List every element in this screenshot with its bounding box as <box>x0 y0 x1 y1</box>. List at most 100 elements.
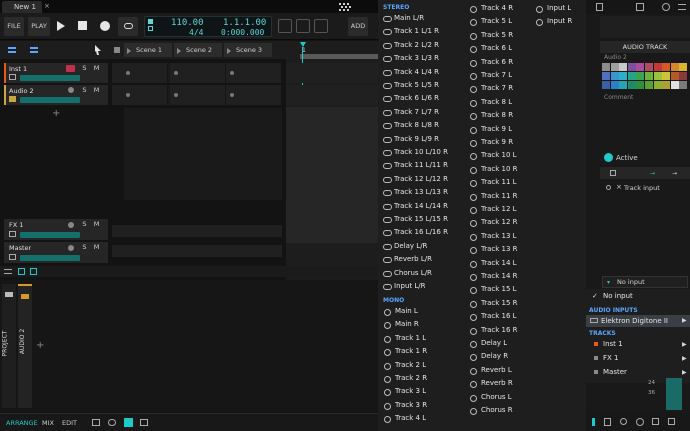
routing-item[interactable]: Track 2 L <box>395 361 426 369</box>
routing-item[interactable]: Track 3 R <box>395 401 427 409</box>
menu-item-device[interactable]: Elektron Digitone II ▶ <box>586 315 690 327</box>
routing-item[interactable]: Track 1 L <box>395 334 426 342</box>
play-menu-button[interactable]: PLAY <box>28 17 50 36</box>
color-swatch[interactable] <box>636 81 645 89</box>
routing-item[interactable]: Track 7 L <box>481 71 512 79</box>
tempo-value[interactable]: 110.00 <box>171 18 204 28</box>
input-select[interactable]: ▾ No input <box>602 276 688 288</box>
routing-item[interactable]: Track 6 L <box>481 44 512 52</box>
routing-item[interactable]: Track 16 L/16 R <box>394 228 448 236</box>
routing-item[interactable]: Track 1 R <box>395 347 427 355</box>
color-swatch[interactable] <box>627 72 636 80</box>
routing-item[interactable]: Input R <box>547 17 572 25</box>
record-icon[interactable] <box>100 21 110 31</box>
close-icon[interactable]: × <box>44 2 52 10</box>
routing-item[interactable]: Track 8 L <box>481 98 512 106</box>
volume-meter[interactable] <box>20 232 80 238</box>
routing-item[interactable]: Track 10 R <box>481 165 518 173</box>
clip-slot[interactable] <box>170 63 226 83</box>
mute-button[interactable]: M <box>92 220 101 229</box>
routing-item[interactable]: Track 1 L/1 R <box>394 27 439 35</box>
clock-icon[interactable] <box>636 418 644 426</box>
track-header-master[interactable]: Master S M <box>4 242 108 263</box>
expand-icon[interactable] <box>18 268 25 275</box>
side-tab-strip-audio[interactable]: AUDIO 2 <box>18 284 32 408</box>
routing-item[interactable]: Reverb R <box>481 379 513 387</box>
routing-item[interactable]: Main L <box>395 307 418 315</box>
tab-edit[interactable]: EDIT <box>62 419 77 427</box>
clip-slot[interactable] <box>112 63 168 83</box>
color-swatch[interactable] <box>653 81 662 89</box>
add-track-icon[interactable]: + <box>52 108 60 119</box>
routing-item[interactable]: Input L/R <box>394 282 425 290</box>
menu-item-no-input[interactable]: No input <box>603 292 633 300</box>
color-swatch[interactable] <box>619 81 628 89</box>
help-icon[interactable] <box>662 3 670 11</box>
side-tab-audio-2[interactable]: AUDIO 2 <box>19 329 26 354</box>
tab-mix[interactable]: MIX <box>42 419 54 427</box>
track-name-field[interactable]: Audio 2 <box>604 54 627 61</box>
routing-item[interactable]: Chorus R <box>481 406 513 414</box>
routing-item[interactable]: Track 13 L/13 R <box>394 188 448 196</box>
routing-item[interactable]: Track 14 L/14 R <box>394 202 448 210</box>
routing-item[interactable]: Track 14 R <box>481 272 518 280</box>
track-lane-inst-1[interactable] <box>286 63 378 83</box>
routing-item[interactable]: Track 12 L <box>481 205 517 213</box>
track-name[interactable]: Audio 2 <box>9 87 34 95</box>
grid-icon[interactable] <box>652 418 659 425</box>
routing-item[interactable]: Input L <box>547 4 571 12</box>
routing-item[interactable]: Main L/R <box>394 14 424 22</box>
loop-icon[interactable] <box>278 19 292 33</box>
automation-write-button[interactable] <box>118 17 138 36</box>
routing-item[interactable]: Track 2 L/2 R <box>394 41 439 49</box>
record-arm-button[interactable] <box>68 245 74 251</box>
solo-button[interactable]: S <box>80 220 89 229</box>
color-swatch[interactable] <box>619 72 628 80</box>
browser-icon[interactable] <box>668 418 675 425</box>
routing-item[interactable]: Track 3 L <box>395 387 426 395</box>
routing-item[interactable]: Delay L <box>481 339 507 347</box>
volume-meter[interactable] <box>20 97 80 103</box>
color-swatch[interactable] <box>602 81 610 89</box>
record-arm-button[interactable] <box>68 87 74 93</box>
menu-item-master[interactable]: Master <box>603 368 627 376</box>
automation-icon[interactable] <box>92 419 100 426</box>
file-button[interactable]: FILE <box>4 17 24 36</box>
shrink-icon[interactable] <box>30 268 37 275</box>
color-swatch[interactable] <box>679 81 688 89</box>
color-swatch[interactable] <box>610 81 619 89</box>
play-icon[interactable] <box>56 21 66 31</box>
menu-item-fx-1[interactable]: FX 1 <box>603 354 619 362</box>
routing-item[interactable]: Track 4 R <box>481 4 513 12</box>
record-arm-button[interactable] <box>66 65 75 72</box>
side-tab-strip-project[interactable]: PROJECT <box>1 284 16 408</box>
routing-item[interactable]: Track 10 L <box>481 151 517 159</box>
routing-item[interactable]: Track 14 L <box>481 259 517 267</box>
clip-slot[interactable] <box>112 85 168 105</box>
track-header-inst-1[interactable]: Inst 1 S M <box>6 63 108 83</box>
stop-icon[interactable] <box>78 21 87 30</box>
routing-item[interactable]: Track 13 L <box>481 232 517 240</box>
routing-item[interactable]: Track 8 L/8 R <box>394 121 439 129</box>
routing-item[interactable]: Track 15 L/15 R <box>394 215 448 223</box>
routing-item[interactable]: Chorus L <box>481 393 512 401</box>
color-swatch[interactable] <box>670 63 679 71</box>
volume-meter[interactable] <box>20 75 80 81</box>
color-swatch[interactable] <box>645 72 653 80</box>
routing-item[interactable]: Track 6 R <box>481 58 513 66</box>
close-icon[interactable]: × <box>616 183 622 191</box>
color-swatch[interactable] <box>662 72 671 80</box>
color-swatch[interactable] <box>610 72 619 80</box>
routing-item[interactable]: Track 9 R <box>481 138 513 146</box>
search-icon[interactable] <box>620 418 627 425</box>
routing-item[interactable]: Reverb L <box>481 366 512 374</box>
routing-item[interactable]: Track 8 R <box>481 111 513 119</box>
color-swatch[interactable] <box>662 81 671 89</box>
side-tab-project[interactable]: PROJECT <box>1 331 8 357</box>
grid-view-icon[interactable] <box>8 47 16 53</box>
scene-1[interactable]: Scene 1 <box>124 43 172 57</box>
track-header-audio-2[interactable]: Audio 2 S M <box>6 85 108 105</box>
color-swatch[interactable] <box>662 63 671 71</box>
color-swatch[interactable] <box>679 63 688 71</box>
routing-item[interactable]: Track 12 R <box>481 218 518 226</box>
